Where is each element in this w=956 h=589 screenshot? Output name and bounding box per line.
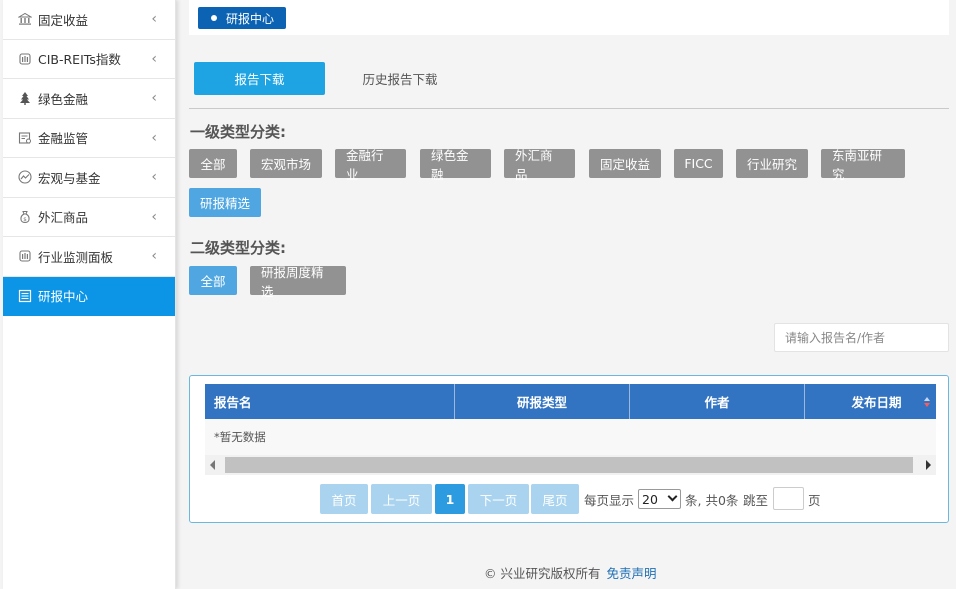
sidebar-item-label: 外汇商品 — [38, 210, 89, 226]
column-header-report-name[interactable]: 报告名 — [205, 384, 455, 419]
chevron-down-icon — [667, 491, 678, 502]
sidebar-item-macro-fund[interactable]: 宏观与基金 ‹ — [3, 158, 175, 198]
column-header-label: 发布日期 — [851, 395, 902, 410]
chevron-left-icon: ‹ — [151, 169, 157, 186]
column-header-publish-date[interactable]: 发布日期 — [805, 384, 936, 419]
column-header-author[interactable]: 作者 — [630, 384, 805, 419]
level1-chip-industry-research[interactable]: 行业研究 — [736, 149, 808, 178]
copyright-text: © 兴业研究版权所有 — [484, 566, 601, 581]
sidebar-item-label: 研报中心 — [38, 289, 89, 305]
level2-title: 二级类型分类: — [190, 239, 286, 257]
level1-chip-financial-industry[interactable]: 金融行业 — [335, 148, 406, 182]
next-page-button[interactable]: 下一页 — [468, 484, 529, 514]
tab-report-download[interactable]: 报告下载 — [194, 62, 325, 95]
column-header-report-type[interactable]: 研报类型 — [455, 384, 630, 419]
column-header-label: 研报类型 — [516, 395, 567, 410]
table-empty-row: *暂无数据 — [205, 419, 936, 455]
dot-icon — [211, 15, 217, 21]
chevron-left-icon: ‹ — [151, 248, 157, 265]
sidebar-item-label: 固定收益 — [38, 12, 89, 28]
sidebar-item-label: CIB-REITs指数 — [38, 52, 121, 68]
sidebar-item-research-center[interactable]: 研报中心 — [3, 276, 175, 316]
top-bar: 研报中心 — [189, 0, 949, 35]
column-header-label: 报告名 — [214, 395, 252, 410]
page-size-value: 20 — [642, 491, 658, 507]
chevron-left-icon: ‹ — [151, 11, 157, 28]
regulation-icon — [17, 130, 33, 146]
divider — [189, 108, 949, 109]
last-page-button[interactable]: 尾页 — [531, 484, 579, 514]
total-count-text: 条, 共0条 — [685, 492, 739, 508]
column-header-label: 作者 — [704, 395, 730, 410]
level1-chip-fx-commodities[interactable]: 外汇商品 — [504, 148, 575, 182]
sidebar-item-label: 绿色金融 — [38, 91, 89, 107]
footer: © 兴业研究版权所有 免责声明 — [484, 563, 657, 582]
prev-page-button[interactable]: 上一页 — [371, 484, 432, 514]
breadcrumb-label: 研报中心 — [226, 11, 275, 26]
per-page-label: 每页显示 — [584, 492, 635, 508]
level1-title: 一级类型分类: — [190, 123, 286, 141]
page-1-button[interactable]: 1 — [435, 484, 465, 514]
scroll-left-icon[interactable] — [210, 460, 215, 470]
sidebar-item-regulation[interactable]: 金融监管 ‹ — [3, 119, 175, 158]
disclaimer-link[interactable]: 免责声明 — [606, 566, 656, 581]
money-bag-icon: $ — [17, 209, 33, 225]
horizontal-scrollbar[interactable] — [205, 455, 936, 475]
chevron-left-icon: ‹ — [151, 50, 157, 67]
pagination: 首页 上一页 1 下一页 尾页 每页显示 20 条, 共0条 跳至 页 — [190, 484, 948, 514]
bank-icon — [17, 11, 33, 27]
tab-history-report-download[interactable]: 历史报告下载 — [345, 62, 455, 95]
sort-icon[interactable] — [924, 396, 930, 407]
first-page-button[interactable]: 首页 — [320, 484, 368, 514]
sidebar: 固定收益 ‹ CIB-REITs指数 ‹ 绿色金融 ‹ 金融监管 ‹ 宏观与基金… — [3, 0, 176, 589]
level2-chip-all[interactable]: 全部 — [189, 266, 237, 295]
sidebar-item-fixed-income[interactable]: 固定收益 ‹ — [3, 0, 175, 40]
level1-chip-green-finance[interactable]: 绿色金融 — [420, 148, 491, 182]
building-icon — [17, 51, 33, 67]
level1-chip-ficc[interactable]: FICC — [674, 149, 723, 178]
breadcrumb-tag[interactable]: 研报中心 — [198, 7, 287, 29]
building-icon — [17, 248, 33, 264]
table-header: 报告名 研报类型 作者 发布日期 — [205, 384, 936, 419]
chevron-left-icon: ‹ — [151, 208, 157, 225]
sidebar-item-label: 金融监管 — [38, 131, 89, 147]
sidebar-item-green-finance[interactable]: 绿色金融 ‹ — [3, 79, 175, 119]
page-suffix: 页 — [808, 492, 821, 508]
level1-chip-fixed-income[interactable]: 固定收益 — [589, 149, 661, 178]
scrollbar-thumb[interactable] — [225, 457, 913, 473]
jump-page-input[interactable] — [773, 487, 804, 510]
sidebar-item-label: 宏观与基金 — [38, 170, 101, 186]
search-input[interactable] — [774, 323, 949, 352]
level2-chip-weekly-selection[interactable]: 研报周度精选 — [250, 265, 346, 299]
page-size-select[interactable]: 20 — [638, 489, 681, 509]
jump-label: 跳至 — [743, 492, 769, 508]
chevron-left-icon: ‹ — [151, 129, 157, 146]
trend-icon — [17, 169, 33, 185]
sidebar-item-cib-reits[interactable]: CIB-REITs指数 ‹ — [3, 40, 175, 79]
report-table-panel: 报告名 研报类型 作者 发布日期 *暂无数据 首页 上一页 1 下一页 尾页 每… — [189, 375, 949, 523]
level1-chip-southeast-asia[interactable]: 东南亚研究 — [821, 148, 905, 182]
sidebar-item-industry-monitor[interactable]: 行业监测面板 ‹ — [3, 237, 175, 277]
level1-chip-all[interactable]: 全部 — [189, 149, 237, 178]
level1-chip-macro-market[interactable]: 宏观市场 — [250, 149, 322, 178]
sidebar-item-label: 行业监测面板 — [38, 249, 114, 265]
tree-icon — [17, 90, 33, 106]
scroll-right-icon[interactable] — [926, 460, 931, 470]
chevron-left-icon: ‹ — [151, 90, 157, 107]
svg-text:$: $ — [23, 217, 27, 223]
sidebar-item-fx-commodities[interactable]: $ 外汇商品 ‹ — [3, 198, 175, 237]
level1-chip-report-selection[interactable]: 研报精选 — [189, 188, 261, 217]
report-icon — [17, 288, 33, 304]
